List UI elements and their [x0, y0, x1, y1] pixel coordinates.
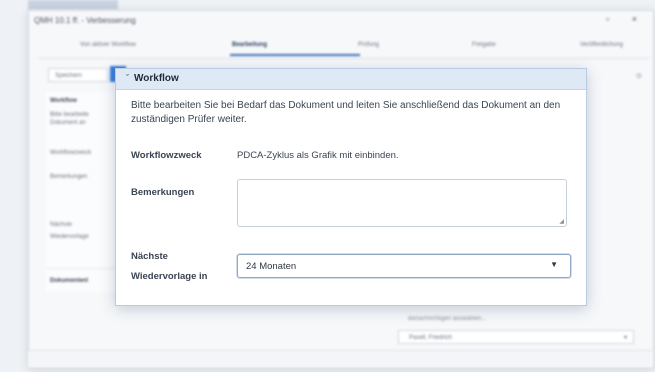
resize-grip-icon[interactable]: ◢: [559, 218, 564, 225]
bg-item-text-2: Dokument an: [50, 120, 86, 126]
bg-divider: [46, 268, 116, 269]
wiedervorlage-select[interactable]: 24 Monaten ▼: [237, 254, 571, 278]
dialog-header[interactable]: ˇ Workflow: [116, 69, 586, 90]
workflowzweck-label: Workflowzweck: [131, 150, 202, 161]
step-3[interactable]: Prüfung: [358, 42, 379, 48]
bg-item-naechste: Nächste: [50, 222, 73, 228]
notify-select-label: Benachrichtigen auswählen...: [408, 316, 487, 322]
window-controls[interactable]: ▫ ×: [606, 14, 647, 24]
background-footer: [28, 350, 652, 367]
dialog-title: Workflow: [134, 73, 179, 84]
workflow-dialog: ˇ Workflow Bitte bearbeiten Sie bei Beda…: [115, 68, 587, 306]
notify-select[interactable]: Pasell, Friedrich ▾: [398, 330, 634, 344]
bg-item-text-1: Bitte bearbeite: [50, 112, 89, 118]
bg-item-bemerkungen: Bemerkungen: [50, 174, 88, 180]
step-2[interactable]: Bearbeitung: [232, 42, 267, 48]
step-5[interactable]: Veröffentlichung: [580, 42, 623, 48]
bemerkungen-label: Bemerkungen: [131, 187, 195, 198]
settings-icon[interactable]: ⊙: [636, 72, 642, 80]
wiedervorlage-label-line1: Nächste: [131, 251, 168, 262]
active-step-indicator: [230, 54, 360, 56]
workflow-steps: Von aktiver Workflow Bearbeitung Prüfung…: [40, 38, 650, 56]
dialog-intro-text: Bitte bearbeiten Sie bei Bedarf das Doku…: [131, 100, 561, 125]
window-title: QMH 10.1 ff. - Verbesserung: [34, 16, 136, 25]
collapse-caret-icon[interactable]: ˇ: [126, 73, 129, 83]
window-top-strip: [28, 0, 118, 10]
bg-item-workflow: Workflow: [50, 98, 77, 104]
caret-down-icon: ▾: [623, 335, 627, 341]
bg-item-wiedervorlage: Wiedervorlage: [50, 234, 89, 240]
bg-item-workflowzweck: Workflowzweck: [50, 150, 92, 156]
save-button[interactable]: Speichern: [48, 68, 108, 82]
steps-divider: [38, 58, 650, 59]
wiedervorlage-select-value: 24 Monaten: [246, 261, 297, 272]
bg-item-dokumente: Dokumentenl: [50, 278, 89, 284]
step-1[interactable]: Von aktiver Workflow: [80, 42, 136, 48]
notify-select-value: Pasell, Friedrich: [409, 335, 453, 341]
bemerkungen-textarea[interactable]: ◢: [237, 179, 567, 227]
workflowzweck-value: PDCA-Zyklus als Grafik mit einbinden.: [237, 150, 399, 161]
step-4[interactable]: Freigabe: [472, 42, 496, 48]
caret-down-icon: ▼: [550, 260, 558, 269]
wiedervorlage-label-line2: Wiedervorlage in: [131, 271, 208, 282]
